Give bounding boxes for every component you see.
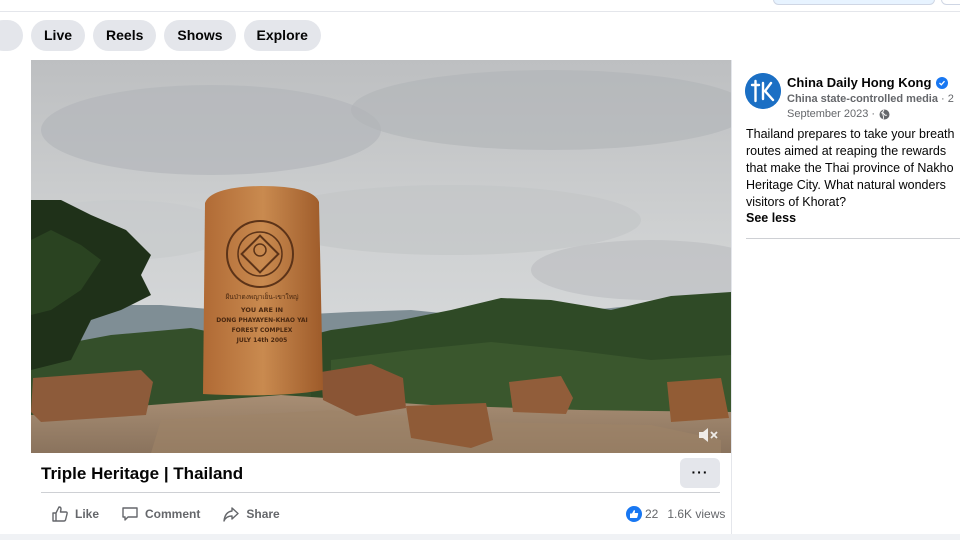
post-actions: Like Comment Share: [51, 504, 302, 524]
state-media-label[interactable]: China state-controlled media: [787, 93, 938, 105]
description-line: Thailand prepares to take your breath: [746, 127, 955, 141]
like-reaction-icon[interactable]: [626, 506, 642, 522]
globe-icon: [879, 109, 890, 119]
video-frame: ผืนป่าดงพญาเย็น-เขาใหญ่ YOU ARE IN DONG …: [31, 60, 731, 453]
date-prefix: · 2: [937, 93, 954, 105]
nav-tab-home[interactable]: [0, 20, 23, 51]
post-details-panel: China Daily Hong Kong China state-contro…: [731, 60, 960, 534]
video-title: Triple Heritage | Thailand: [41, 464, 244, 483]
author-name[interactable]: China Daily Hong Kong: [787, 75, 949, 90]
nav-tab-shows[interactable]: Shows: [164, 20, 236, 51]
divider: [41, 492, 720, 493]
stone-thai-text: ผืนป่าดงพญาเย็น-เขาใหญ่: [225, 292, 299, 301]
reactions-count[interactable]: 22: [645, 507, 658, 521]
like-label: Like: [75, 507, 100, 521]
video-player[interactable]: ผืนป่าดงพญาเย็น-เขาใหญ่ YOU ARE IN DONG …: [31, 60, 731, 453]
speaker-muted-icon[interactable]: [696, 423, 720, 447]
stone-line-3: FOREST COMPLEX: [232, 327, 293, 334]
post-description: Thailand prepares to take your breath ro…: [746, 126, 960, 211]
stone-line-4: JULY 14th 2005: [236, 337, 288, 344]
comment-button[interactable]: Comment: [121, 505, 200, 523]
nav-tab-explore[interactable]: Explore: [243, 20, 321, 51]
see-less-link[interactable]: See less: [746, 211, 796, 225]
share-label: Share: [246, 507, 280, 521]
nav-tab-live[interactable]: Live: [31, 20, 86, 51]
china-daily-logo-icon: [745, 73, 781, 109]
thumbs-up-icon: [52, 506, 68, 522]
avatar[interactable]: [745, 73, 781, 109]
bottom-strip: [0, 534, 960, 540]
more-options-label: ···: [691, 464, 709, 480]
nav-tab-reels[interactable]: Reels: [93, 20, 157, 51]
divider: [746, 238, 960, 239]
post-date-row: September 2023 ·: [787, 108, 890, 120]
stone-line-2: DONG PHAYAYEN-KHAO YAI: [216, 317, 308, 324]
share-button[interactable]: Share: [222, 505, 280, 523]
top-bar-control[interactable]: [773, 0, 935, 5]
views-count: 1.6K views: [667, 507, 726, 521]
stone-line-1: YOU ARE IN: [240, 306, 283, 314]
comment-icon: [122, 507, 138, 521]
description-line: visitors of Khorat?: [746, 195, 847, 209]
post-date[interactable]: September 2023 ·: [787, 108, 875, 120]
like-button[interactable]: Like: [51, 505, 99, 523]
share-icon: [223, 507, 240, 522]
top-bar-control-secondary[interactable]: [941, 0, 960, 5]
media-label: China state-controlled media · 2: [787, 93, 954, 105]
description-line: that make the Thai province of Nakho: [746, 161, 954, 175]
post-stats: 22 1.6K views: [626, 505, 725, 523]
more-options-button[interactable]: ···: [680, 458, 720, 488]
watch-nav: Live Reels Shows Explore: [0, 20, 329, 51]
description-line: routes aimed at reaping the rewards: [746, 144, 947, 158]
author-name-text[interactable]: China Daily Hong Kong: [787, 75, 931, 90]
comment-label: Comment: [145, 507, 201, 521]
verified-badge-icon: [936, 76, 949, 89]
description-line: Heritage City. What natural wonders: [746, 178, 946, 192]
top-bar: [0, 0, 960, 12]
